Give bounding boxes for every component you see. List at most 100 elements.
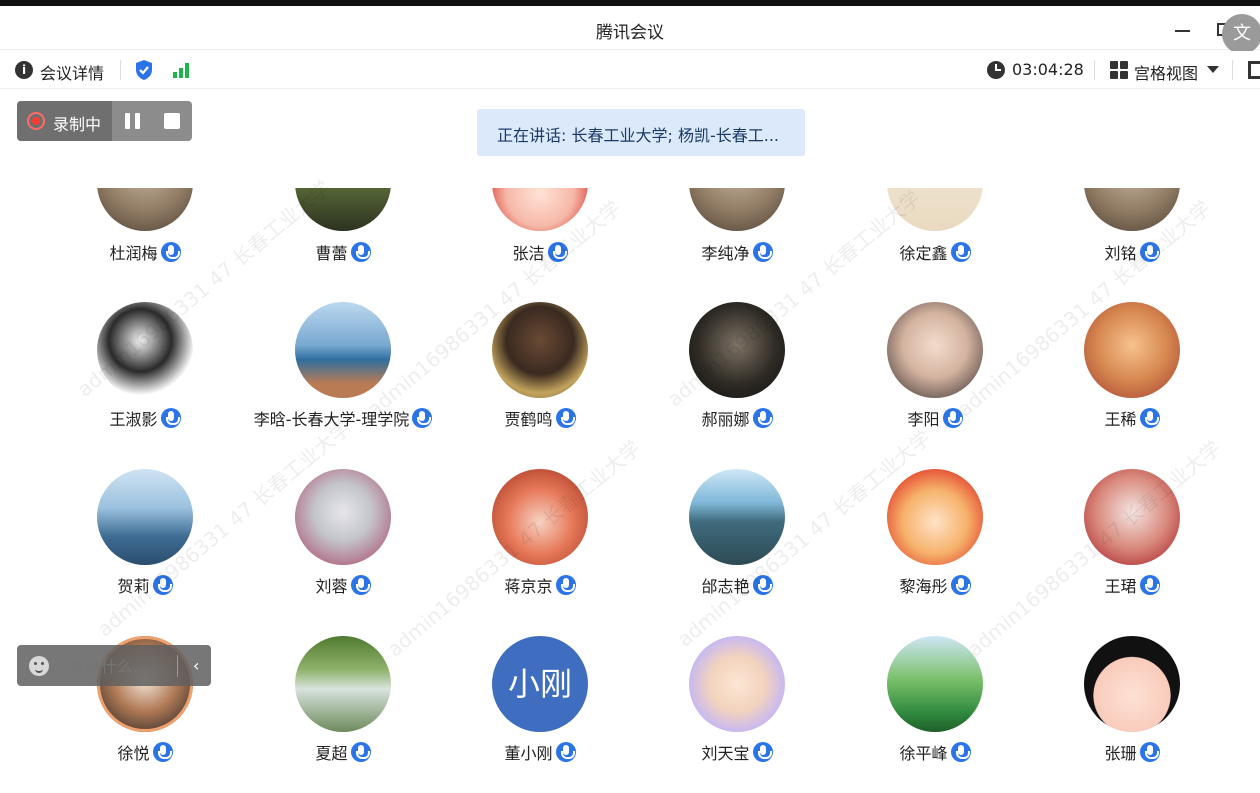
participant-name-row: 刘天宝 (642, 741, 832, 763)
microphone-icon (752, 575, 773, 595)
divider (177, 655, 178, 677)
participant-avatar[interactable] (689, 302, 785, 398)
microphone-icon (555, 575, 576, 595)
microphone-icon (1139, 575, 1160, 595)
microphone-icon (752, 242, 773, 262)
microphone-icon (950, 742, 971, 762)
participant-name-row: 张洁 (445, 241, 635, 263)
participant-name: 董小刚 (504, 744, 553, 763)
chevron-left-icon[interactable]: ‹ (193, 656, 199, 675)
participant-avatar[interactable] (689, 469, 785, 565)
participant-name: 贺莉 (117, 577, 150, 596)
participant-avatar[interactable] (295, 636, 391, 732)
participant-name-row: 蒋京京 (445, 574, 635, 596)
participant-name-row: 王珺 (1037, 574, 1227, 596)
microphone-icon (350, 742, 371, 762)
microphone-icon (1139, 408, 1160, 428)
participant-name: 王淑影 (109, 410, 158, 429)
microphone-icon (950, 242, 971, 262)
participant-name-row: 徐悦 (50, 741, 240, 763)
participant-avatar[interactable] (97, 469, 193, 565)
participant-name-row: 邰志艳 (642, 574, 832, 596)
participant-avatar[interactable] (1084, 636, 1180, 732)
participant-name: 徐平峰 (899, 744, 948, 763)
participant-name: 邰志艳 (701, 577, 750, 596)
participant-name-row: 贺莉 (50, 574, 240, 596)
microphone-icon (547, 242, 568, 262)
participant-avatar[interactable] (689, 636, 785, 732)
recording-status[interactable]: 录制中 (17, 101, 112, 141)
stop-icon[interactable] (164, 113, 180, 129)
participant-name: 徐悦 (117, 744, 150, 763)
participant-name: 张珊 (1104, 744, 1137, 763)
participant-name-row: 张珊 (1037, 741, 1227, 763)
participant-name: 刘天宝 (701, 744, 750, 763)
participant-avatar[interactable] (887, 302, 983, 398)
participant-name: 杜润梅 (109, 244, 158, 263)
recording-label: 录制中 (53, 115, 102, 134)
participant-avatar[interactable] (887, 469, 983, 565)
microphone-icon (152, 575, 173, 595)
emoji-icon[interactable] (29, 656, 49, 676)
microphone-icon (1139, 242, 1160, 262)
active-speaker-banner: 正在讲话: 长春工业大学; 杨凯-长春工... (477, 109, 805, 156)
participant-name-row: 夏超 (248, 741, 438, 763)
participant-name-row: 郝丽娜 (642, 407, 832, 429)
participant-avatar[interactable] (1084, 469, 1180, 565)
microphone-icon (1139, 742, 1160, 762)
participant-name: 贾鹤鸣 (504, 410, 553, 429)
participant-name: 王珺 (1104, 577, 1137, 596)
participant-name-row: 黎海彤 (840, 574, 1030, 596)
microphone-icon (412, 408, 433, 428)
participant-name: 刘蓉 (315, 577, 348, 596)
participant-name-row: 李纯净 (642, 241, 832, 263)
participant-avatar[interactable] (492, 469, 588, 565)
participant-name: 李阳 (907, 410, 940, 429)
participant-name: 李晗-长春大学-理学院 (253, 410, 410, 429)
microphone-icon (160, 242, 181, 262)
participant-name-row: 王淑影 (50, 407, 240, 429)
microphone-icon (950, 575, 971, 595)
participant-name: 郝丽娜 (701, 410, 750, 429)
participant-name-row: 刘蓉 (248, 574, 438, 596)
participant-name: 李纯净 (701, 244, 750, 263)
participant-name: 徐定鑫 (899, 244, 948, 263)
participant-avatar[interactable] (887, 636, 983, 732)
participant-avatar[interactable]: 小刚 (492, 636, 588, 732)
participant-name-row: 刘铭 (1037, 241, 1227, 263)
participant-avatar[interactable] (295, 469, 391, 565)
microphone-icon (152, 742, 173, 762)
recording-toolbar: 录制中 (17, 101, 192, 141)
microphone-icon (942, 408, 963, 428)
chat-bar: ‹ (17, 645, 211, 686)
participant-name: 蒋京京 (504, 577, 553, 596)
participant-name-row: 贾鹤鸣 (445, 407, 635, 429)
participant-avatar[interactable] (97, 302, 193, 398)
participant-avatar[interactable] (295, 302, 391, 398)
participant-name-row: 徐定鑫 (840, 241, 1030, 263)
microphone-icon (752, 742, 773, 762)
participant-name-row: 杜润梅 (50, 241, 240, 263)
participant-name-row: 李晗-长春大学-理学院 (248, 407, 438, 429)
participant-name: 刘铭 (1104, 244, 1137, 263)
microphone-icon (555, 408, 576, 428)
participant-avatar[interactable] (1084, 302, 1180, 398)
participant-name-row: 李阳 (840, 407, 1030, 429)
microphone-icon (160, 408, 181, 428)
microphone-icon (350, 242, 371, 262)
participant-name-row: 王稀 (1037, 407, 1227, 429)
participant-name: 张洁 (512, 244, 545, 263)
microphone-icon (555, 742, 576, 762)
record-icon (27, 112, 45, 130)
participant-name-row: 曹蕾 (248, 241, 438, 263)
pause-icon[interactable] (125, 113, 141, 129)
participant-name: 曹蕾 (315, 244, 348, 263)
participant-name-row: 徐平峰 (840, 741, 1030, 763)
participant-avatar[interactable] (492, 302, 588, 398)
participant-name: 夏超 (315, 744, 348, 763)
microphone-icon (350, 575, 371, 595)
participant-name-row: 董小刚 (445, 741, 635, 763)
participant-name: 王稀 (1104, 410, 1137, 429)
microphone-icon (752, 408, 773, 428)
chat-input[interactable] (69, 655, 169, 677)
